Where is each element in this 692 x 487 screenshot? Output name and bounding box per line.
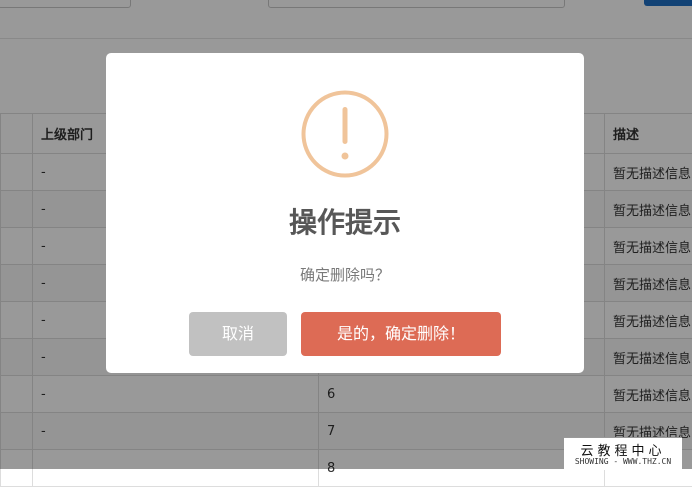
confirm-delete-button[interactable]: 是的，确定删除！ xyxy=(301,312,501,356)
cancel-button[interactable]: 取消 xyxy=(189,312,287,356)
dialog-message: 确定删除吗？ xyxy=(106,263,584,287)
watermark-logo: 云教程中心 SHOWING - WWW.THZ.CN xyxy=(564,437,682,470)
confirm-delete-dialog: 操作提示 确定删除吗？ 取消 是的，确定删除！ xyxy=(106,53,584,373)
watermark-url: SHOWING - WWW.THZ.CN xyxy=(564,457,682,466)
warning-icon xyxy=(301,90,389,178)
dialog-title: 操作提示 xyxy=(106,203,584,243)
